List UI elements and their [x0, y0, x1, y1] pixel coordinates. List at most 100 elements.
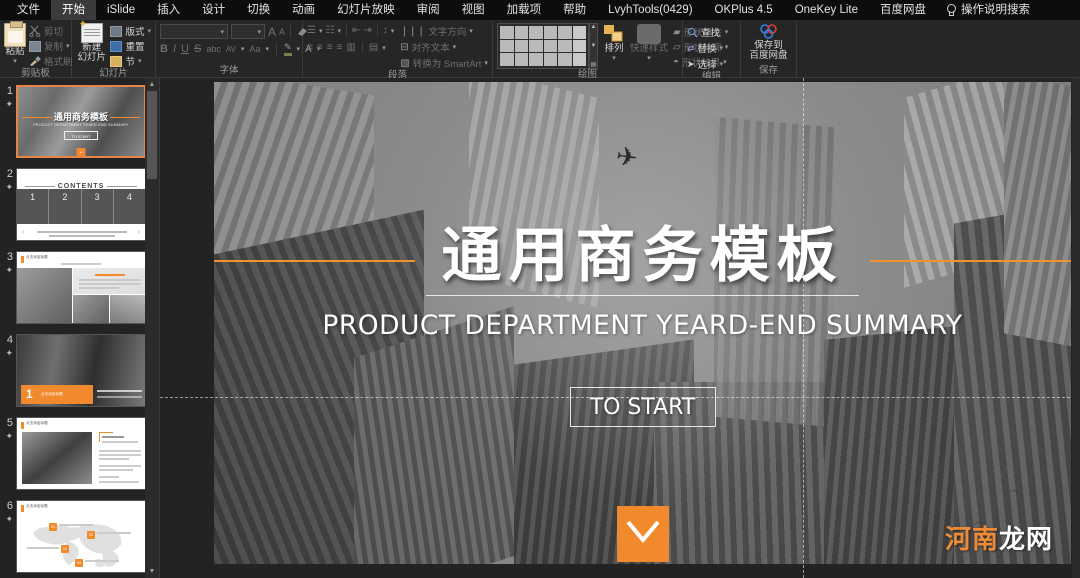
section-icon: [110, 55, 123, 67]
line-spacing-button[interactable]: ↕: [383, 25, 388, 36]
scrollbar-thumb[interactable]: [147, 91, 157, 179]
cut-button[interactable]: 剪切: [29, 24, 73, 38]
menu-item-slideshow[interactable]: 幻灯片放映: [326, 0, 406, 20]
align-center-button[interactable]: ≡: [317, 42, 323, 53]
thumbnail-item-3[interactable]: 3 ✦ 点击添加标题: [0, 248, 159, 324]
map-marker: 02: [87, 531, 95, 539]
text-direction-button[interactable]: ❘❘❘ 文字方向 ▾: [400, 24, 488, 39]
slide-title[interactable]: 通用商务模板: [214, 207, 1071, 294]
current-slide[interactable]: ✈ ︵ ︵ ︵ 通用商务模板 PRODUCT DEPARTMENT YEARD-…: [214, 82, 1071, 564]
text-shadow-button[interactable]: abc: [206, 44, 221, 54]
menu-item-okplus[interactable]: OKPlus 4.5: [704, 0, 784, 20]
reset-button[interactable]: 重置: [110, 39, 151, 53]
increase-indent-button[interactable]: ⇥: [363, 25, 371, 36]
thumbnail-preview-1[interactable]: 通用商务模板 PRODUCT DEPARTMENT YEARD-END SUMM…: [16, 85, 146, 158]
save-to-baidu-button[interactable]: 保存到 百度网盘: [745, 22, 792, 61]
thumbnail-item-2[interactable]: 2 ✦ CONTENTS 1 2 3 4 ‹ ›: [0, 165, 159, 241]
thumbnail-preview-6[interactable]: 点击添加标题 01 02 03 04: [16, 500, 146, 573]
thumbnail-preview-3[interactable]: 点击添加标题: [16, 251, 146, 324]
to-start-button[interactable]: TO START: [569, 387, 716, 427]
vertical-guide[interactable]: [803, 78, 804, 578]
thumbnail-title: 点击添加标题: [41, 392, 63, 396]
font-name-input[interactable]: ▾: [160, 24, 228, 39]
copy-button[interactable]: 复制 ▾: [29, 39, 73, 53]
columns-button[interactable]: ▤: [369, 42, 378, 53]
justify-button[interactable]: ≡: [337, 42, 343, 53]
paste-button[interactable]: 粘贴 ▾: [4, 21, 26, 65]
quick-styles-button[interactable]: 快速样式 ▾: [630, 23, 668, 62]
thumbnail-title: 点击添加标题: [26, 255, 48, 259]
layout-button[interactable]: 版式 ▾: [110, 24, 151, 38]
thumbnail-title: 点击添加标题: [26, 421, 48, 425]
divider: [275, 43, 277, 55]
thumbnail-section-number: 1: [26, 387, 33, 401]
thumbnail-number: 6: [6, 500, 13, 512]
arrange-button[interactable]: 排列 ▾: [603, 23, 625, 62]
replace-button[interactable]: ⇄ 替换 ▾: [687, 41, 723, 56]
menu-item-file[interactable]: 文件: [6, 0, 51, 20]
slide-editing-area[interactable]: ✈ ︵ ︵ ︵ 通用商务模板 PRODUCT DEPARTMENT YEARD-…: [160, 78, 1080, 578]
thumbnail-preview-5[interactable]: 点击添加标题: [16, 417, 146, 490]
group-title-font: 字体: [219, 65, 239, 76]
tell-me-search[interactable]: 操作说明搜索: [937, 0, 1041, 20]
align-left-button[interactable]: ≡: [307, 42, 313, 53]
shapes-gallery[interactable]: [497, 23, 589, 69]
thumbnail-scrollbar[interactable]: ▲ ▼: [145, 78, 159, 578]
thumbnail-item-1[interactable]: 1 ✦ 通用商务模板 PRODUCT DEPARTMENT YEARD-END …: [0, 82, 159, 158]
convert-to-smartart-button[interactable]: ▧ 转换为 SmartArt ▾: [400, 56, 488, 71]
italic-button[interactable]: I: [173, 43, 176, 55]
slide-area-scrollbar[interactable]: [1072, 78, 1080, 578]
hidden-slide-icon: ✦: [5, 182, 13, 192]
thumbnail-item-4[interactable]: 4 ✦ 1 点击添加标题: [0, 331, 159, 407]
scroll-up-icon[interactable]: ▲: [145, 78, 159, 91]
menu-item-design[interactable]: 设计: [191, 0, 236, 20]
bullets-button[interactable]: ☰: [307, 25, 316, 36]
menu-item-insert[interactable]: 插入: [146, 0, 191, 20]
baidu-netdisk-icon: [759, 24, 777, 39]
scroll-down-icon[interactable]: ▼: [145, 565, 159, 578]
align-text-button[interactable]: ⊟ 对齐文本 ▾: [400, 40, 488, 55]
decrease-indent-button[interactable]: ⇤: [352, 25, 360, 36]
menu-item-lvyhtools[interactable]: LvyhTools(0429): [597, 0, 703, 20]
menu-item-transitions[interactable]: 切换: [236, 0, 281, 20]
menu-item-addins[interactable]: 加载项: [496, 0, 553, 20]
menu-item-view[interactable]: 视图: [451, 0, 496, 20]
slide-subtitle[interactable]: PRODUCT DEPARTMENT YEARD-END SUMMARY: [214, 310, 1071, 341]
horizontal-guide[interactable]: [160, 397, 1080, 398]
increase-font-size-button[interactable]: A: [268, 25, 276, 39]
chevron-down-icon: ▾: [240, 46, 245, 53]
decrease-font-size-button[interactable]: A: [279, 27, 285, 37]
thumbnail-preview-2[interactable]: CONTENTS 1 2 3 4 ‹ ›: [16, 168, 146, 241]
underline-button[interactable]: U: [181, 43, 189, 55]
bold-button[interactable]: B: [160, 43, 168, 55]
menu-item-animations[interactable]: 动画: [281, 0, 326, 20]
character-spacing-button[interactable]: AV: [226, 45, 236, 54]
watermark: 河南龙网: [945, 519, 1053, 556]
shapes-gallery-scrollbar[interactable]: ▲ ▼ ▤: [589, 23, 598, 69]
distribute-button[interactable]: ▥: [346, 42, 355, 53]
menu-item-help[interactable]: 帮助: [552, 0, 597, 20]
menu-item-home[interactable]: 开始: [51, 0, 96, 20]
select-button[interactable]: ➤ 选择 ▾: [687, 57, 723, 72]
slide-thumbnail-pane[interactable]: 1 ✦ 通用商务模板 PRODUCT DEPARTMENT YEARD-END …: [0, 78, 160, 578]
format-painter-button[interactable]: 格式刷: [29, 54, 73, 68]
find-button[interactable]: 查找: [687, 25, 723, 39]
numbering-button[interactable]: ☷: [325, 25, 334, 36]
menu-item-baidu-netdisk[interactable]: 百度网盘: [869, 0, 937, 20]
menu-item-review[interactable]: 审阅: [406, 0, 451, 20]
font-size-input[interactable]: ▾: [231, 24, 265, 39]
scroll-down-button[interactable]: [616, 506, 669, 562]
change-case-button[interactable]: Aa: [249, 44, 260, 54]
section-button[interactable]: 节 ▾: [110, 54, 151, 68]
menu-item-onekey-lite[interactable]: OneKey Lite: [784, 0, 869, 20]
thumbnail-chevron-down-icon: ⌄: [76, 148, 86, 156]
thumbnail-item-5[interactable]: 5 ✦ 点击添加标题: [0, 414, 159, 490]
align-right-button[interactable]: ≡: [327, 42, 333, 53]
strikethrough-button[interactable]: S: [194, 43, 201, 55]
new-slide-button[interactable]: ✦ 新建 幻灯片: [76, 20, 107, 63]
text-highlight-button[interactable]: ✎: [283, 42, 292, 56]
menu-item-islide[interactable]: iSlide: [96, 0, 146, 20]
thumbnail-item-6[interactable]: 6 ✦ 点击添加标题 01 02 03 04: [0, 497, 159, 573]
thumbnail-contents-item: 1: [30, 192, 36, 202]
thumbnail-preview-4[interactable]: 1 点击添加标题: [16, 334, 146, 407]
